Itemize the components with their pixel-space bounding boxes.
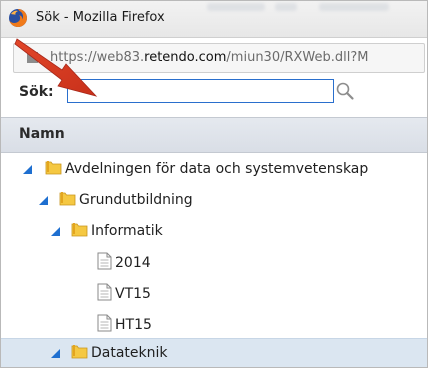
expand-triangle-icon[interactable] — [39, 196, 48, 205]
url-path: /miun30/RXWeb.dll?M — [226, 50, 369, 65]
magnifier-icon[interactable] — [335, 81, 355, 101]
tree-node-label: VT15 — [115, 286, 151, 302]
url-text[interactable]: https://web83.retendo.com/miun30/RXWeb.d… — [50, 50, 422, 65]
tree-node-selected[interactable]: Datateknik — [1, 338, 427, 367]
tree-node-label: Informatik — [91, 223, 163, 239]
tree-node-label: HT15 — [115, 317, 152, 333]
tree-node[interactable]: VT15 — [1, 280, 427, 309]
address-bar[interactable]: https://web83.retendo.com/miun30/RXWeb.d… — [13, 43, 425, 73]
firefox-icon — [9, 9, 27, 27]
tree-node-label: Avdelningen för data och systemvetenskap — [65, 161, 369, 177]
expand-triangle-icon[interactable] — [23, 165, 32, 174]
expand-triangle-icon[interactable] — [51, 349, 60, 358]
column-header-namn: Namn — [19, 126, 65, 142]
tree-node[interactable]: 2014 — [1, 249, 427, 278]
folder-icon — [71, 345, 88, 359]
folder-icon — [71, 223, 88, 237]
browser-window: Sök - Mozilla Firefox https://web83.rete… — [0, 0, 428, 368]
title-bar: Sök - Mozilla Firefox — [1, 1, 427, 38]
url-prefix: https://web83. — [50, 50, 145, 65]
tree-node-label: 2014 — [115, 255, 151, 271]
background-window-blur — [275, 3, 297, 11]
tree-node-label: Datateknik — [91, 345, 168, 361]
tree-node[interactable]: HT15 — [1, 311, 427, 340]
tree-node[interactable]: Informatik — [1, 217, 427, 246]
url-domain: retendo.com — [144, 50, 227, 65]
lock-icon — [27, 52, 38, 63]
search-row: Sök: — [1, 75, 427, 113]
folder-icon — [45, 161, 62, 175]
document-icon — [97, 252, 112, 270]
tree-node[interactable]: Grundutbildning — [1, 186, 427, 215]
document-icon — [97, 283, 112, 301]
window-title: Sök - Mozilla Firefox — [36, 10, 165, 25]
document-icon — [97, 314, 112, 332]
tree-node-label: Grundutbildning — [79, 192, 193, 208]
expand-triangle-icon[interactable] — [51, 227, 60, 236]
background-window-blur — [319, 3, 389, 11]
column-header[interactable]: Namn — [1, 117, 427, 153]
search-input[interactable] — [67, 79, 334, 103]
folder-tree: Avdelningen för data och systemvetenskap… — [1, 152, 427, 367]
folder-icon — [59, 192, 76, 206]
search-label: Sök: — [19, 84, 54, 100]
background-window-blur — [207, 3, 265, 11]
tree-node[interactable]: Avdelningen för data och systemvetenskap — [1, 155, 427, 184]
